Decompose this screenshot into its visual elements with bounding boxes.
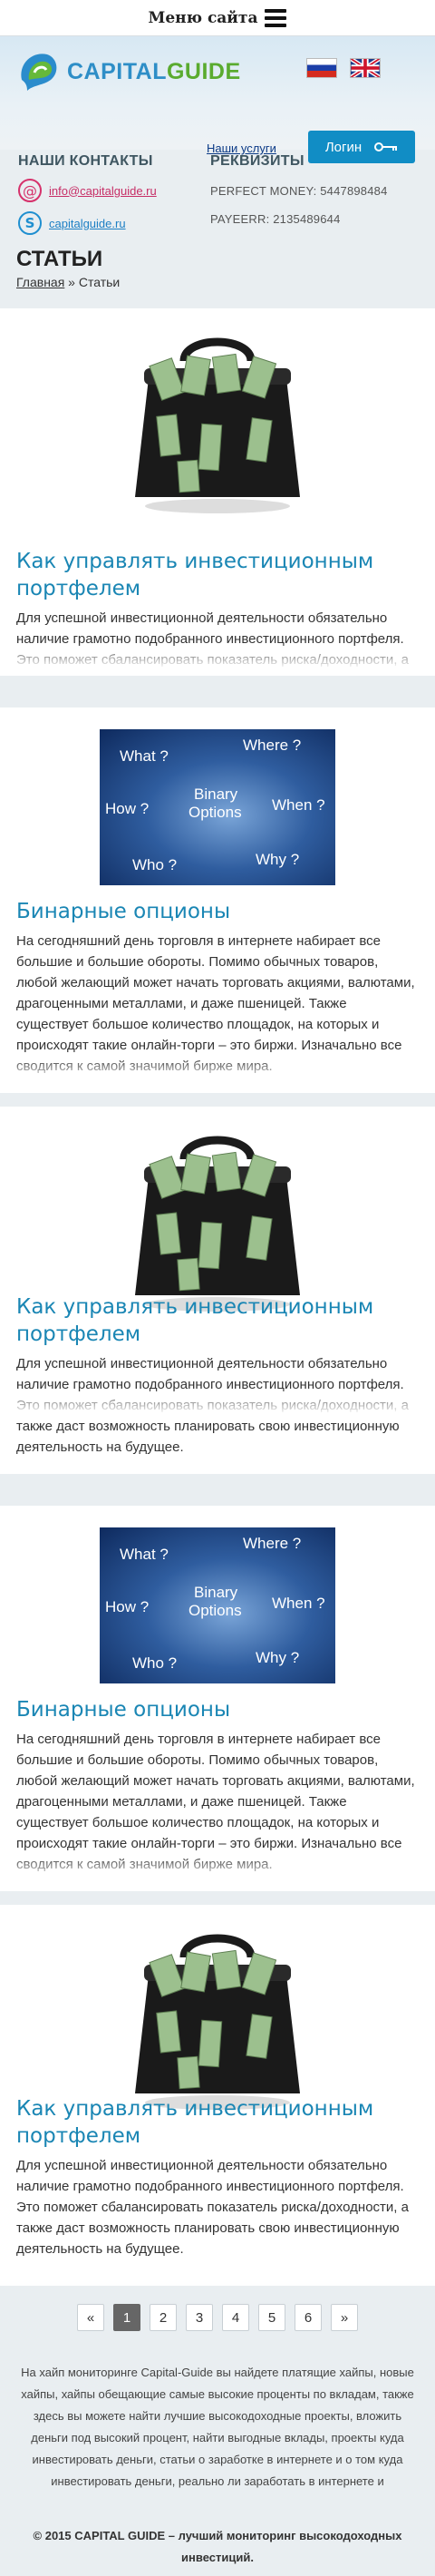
logo-icon [21, 54, 57, 91]
money-bag-image [135, 1136, 300, 1312]
pagination-page-1[interactable]: 1 [113, 2304, 140, 2331]
article-excerpt: На сегодняшний день торговля в интернете… [16, 1732, 415, 1872]
pagination-page-6[interactable]: 6 [295, 2304, 322, 2331]
article-title[interactable]: Как управлять инвестиционным портфелем [16, 2095, 419, 2150]
pagination: « 1 2 3 4 5 6 » [0, 2304, 435, 2331]
copyright: © 2015 CAPITAL GUIDE – лучший мониторинг… [33, 2529, 402, 2564]
breadcrumb-home-link[interactable]: Главная [16, 275, 64, 289]
article-image[interactable] [113, 325, 322, 519]
article-image[interactable]: What ? Where ? How ? Binary Options When… [100, 1527, 335, 1683]
site-menu-label[interactable]: Меню сайта [149, 9, 258, 27]
pagination-page-5[interactable]: 5 [258, 2304, 285, 2331]
money-bag-image [135, 1934, 300, 2110]
site-menu-bar[interactable]: Меню сайта [0, 0, 435, 36]
language-switcher [306, 58, 381, 78]
logo-text: CAPITALGUIDE [67, 58, 241, 84]
breadcrumb-current: Статьи [78, 275, 121, 289]
article-title[interactable]: Как управлять инвестиционным портфелем [16, 1293, 419, 1348]
binary-options-image: What ? Where ? How ? Binary Options When… [100, 729, 335, 885]
page-title: СТАТЬИ [16, 247, 103, 271]
article-card: What ? Where ? How ? Binary Options When… [0, 1506, 435, 1891]
skype-link[interactable]: capitalguide.ru [49, 217, 126, 230]
binary-options-image: What ? Where ? How ? Binary Options When… [100, 1527, 335, 1683]
article-title[interactable]: Как управлять инвестиционным портфелем [16, 548, 419, 602]
excerpt-fade [0, 1389, 435, 1421]
email-link[interactable]: info@capitalguide.ru [49, 184, 157, 198]
flag-ru-icon[interactable] [306, 58, 337, 78]
breadcrumb-separator: » [64, 275, 79, 289]
article-image[interactable]: What ? Where ? How ? Binary Options When… [100, 729, 335, 885]
excerpt-fade [0, 1057, 435, 1089]
hamburger-icon[interactable] [265, 8, 287, 27]
flag-uk-icon[interactable] [350, 58, 381, 78]
skype-icon: S [18, 211, 42, 235]
email-icon: @ [18, 179, 42, 202]
article-title[interactable]: Бинарные опционы [16, 898, 419, 925]
excerpt-fade [0, 643, 435, 676]
article-card: Как управлять инвестиционным портфелем Д… [0, 308, 435, 676]
requisites-title: РЕКВИЗИТЫ [210, 153, 304, 169]
pagination-prev[interactable]: « [77, 2304, 104, 2331]
breadcrumb: Главная » Статьи [16, 275, 120, 289]
money-bag-image [135, 337, 300, 513]
excerpt-fade [0, 1855, 435, 1888]
footer-seo-text: На хайп мониторинге Capital-Guide вы най… [21, 2366, 414, 2488]
payeer-value: PAYEERR: 2135489644 [210, 212, 341, 226]
article-excerpt: На сегодняшний день торговля в интернете… [16, 933, 415, 1074]
pagination-next[interactable]: » [331, 2304, 358, 2331]
article-image[interactable] [113, 1123, 322, 1317]
pagination-page-4[interactable]: 4 [222, 2304, 249, 2331]
article-card: Как управлять инвестиционным портфелем Д… [0, 1107, 435, 1474]
pagination-page-2[interactable]: 2 [150, 2304, 177, 2331]
article-image[interactable] [113, 1921, 322, 2115]
contacts-title: НАШИ КОНТАКТЫ [18, 153, 153, 169]
pagination-page-3[interactable]: 3 [186, 2304, 213, 2331]
contacts-section: НАШИ КОНТАКТЫ @ info@capitalguide.ru S c… [0, 150, 435, 259]
article-title[interactable]: Бинарные опционы [16, 1696, 419, 1723]
article-card: What ? Where ? How ? Binary Options When… [0, 707, 435, 1093]
perfect-money-value: PERFECT MONEY: 5447898484 [210, 184, 388, 198]
article-card: Как управлять инвестиционным портфелем Д… [0, 1905, 435, 2286]
site-header: CAPITALGUIDE Наши услуги Логин [0, 36, 435, 163]
logo[interactable]: CAPITALGUIDE [16, 49, 241, 94]
article-excerpt: Для успешной инвестиционной деятельности… [16, 2158, 409, 2257]
